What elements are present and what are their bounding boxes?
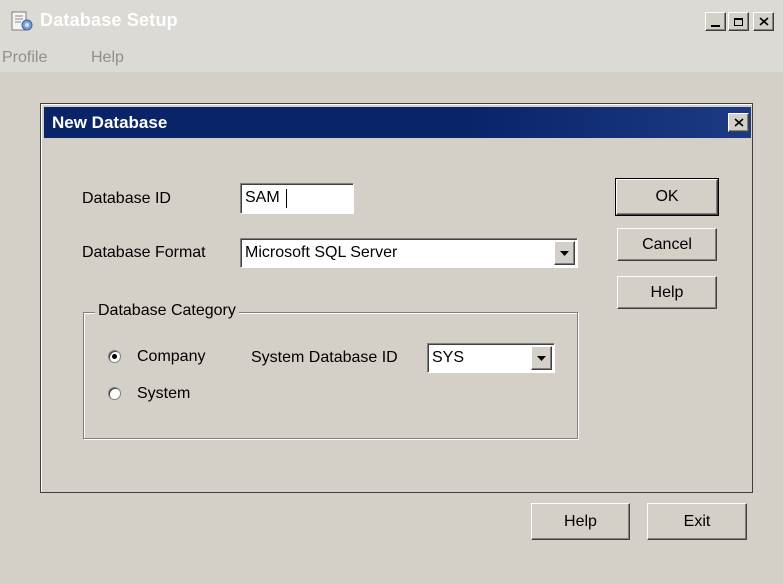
window-title-bar[interactable]: Database Setup: [0, 0, 783, 43]
database-format-label: Database Format: [82, 244, 206, 261]
ok-button[interactable]: OK: [615, 178, 719, 216]
close-icon: [733, 118, 744, 127]
close-icon: [758, 17, 769, 26]
cancel-button-label: Cancel: [642, 235, 692, 253]
maximize-button[interactable]: [728, 12, 749, 31]
radio-button[interactable]: [108, 350, 121, 363]
company-radio-label: Company: [137, 348, 206, 365]
close-button[interactable]: [753, 12, 774, 31]
company-radio[interactable]: Company: [108, 348, 218, 368]
system-database-id-label: System Database ID: [251, 349, 398, 366]
system-database-id-dropdown-button[interactable]: [531, 346, 552, 370]
radio-button[interactable]: [108, 387, 121, 400]
system-database-id-dropdown[interactable]: SYS: [427, 343, 555, 373]
ok-button-face: OK: [616, 179, 718, 215]
dialog-title: New Database: [52, 113, 168, 132]
menu-help[interactable]: Help: [91, 49, 124, 67]
database-setup-icon: [10, 10, 34, 32]
exit-button-label: Exit: [683, 512, 711, 530]
dialog-close-button[interactable]: [728, 113, 749, 132]
minimize-icon: [711, 24, 720, 27]
minimize-button[interactable]: [705, 12, 726, 31]
system-radio-label: System: [137, 385, 191, 402]
database-id-input[interactable]: SAM: [240, 183, 354, 214]
maximize-icon: [734, 17, 743, 26]
footer-help-button-label: Help: [564, 512, 597, 530]
database-format-value: Microsoft SQL Server: [245, 244, 398, 261]
database-id-value: SAM: [245, 189, 280, 206]
system-database-id-value: SYS: [432, 349, 465, 366]
help-button-label: Help: [650, 283, 684, 301]
chevron-down-icon: [537, 355, 546, 361]
window-title: Database Setup: [40, 10, 178, 30]
menu-bar: Profile Help: [0, 43, 783, 72]
dialog-title-bar[interactable]: New Database: [44, 107, 751, 138]
help-button[interactable]: Help: [617, 276, 717, 309]
footer-help-button[interactable]: Help: [531, 503, 630, 540]
database-format-dropdown[interactable]: Microsoft SQL Server: [240, 238, 578, 268]
ok-button-label: OK: [655, 188, 679, 205]
database-category-caption: Database Category: [95, 302, 239, 320]
radio-selected-dot: [112, 354, 117, 359]
system-radio[interactable]: System: [108, 385, 208, 405]
menu-profile[interactable]: Profile: [2, 49, 47, 67]
cancel-button[interactable]: Cancel: [617, 228, 717, 261]
database-category-group: [83, 312, 578, 439]
chevron-down-icon: [560, 250, 569, 256]
database-format-dropdown-button[interactable]: [554, 241, 575, 265]
database-id-label: Database ID: [82, 190, 171, 207]
text-cursor: [286, 189, 287, 208]
exit-button[interactable]: Exit: [647, 503, 747, 540]
